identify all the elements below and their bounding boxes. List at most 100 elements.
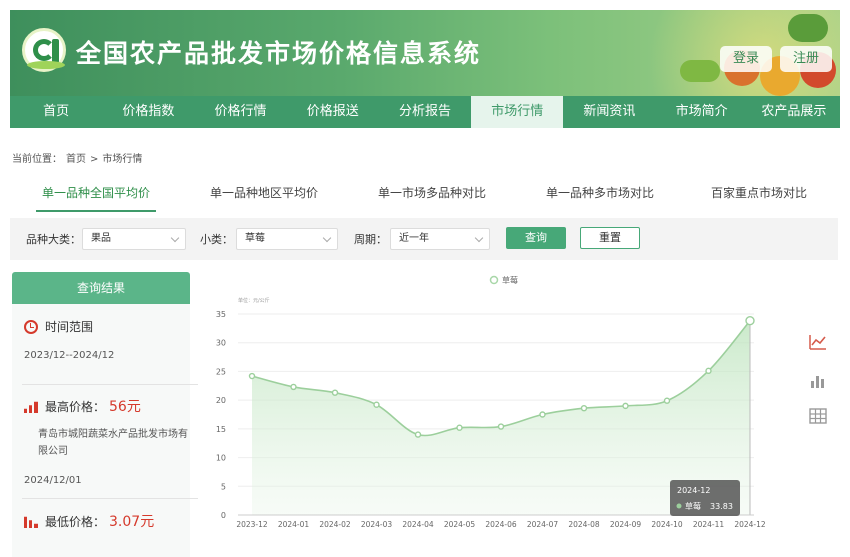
x-tick-label: 2024-01 <box>278 520 310 529</box>
chart-unit-label: 单位：元/公斤 <box>238 297 270 304</box>
line-chart-icon[interactable] <box>808 332 828 352</box>
tab-national-average[interactable]: 单一品种全国平均价 <box>36 180 156 212</box>
data-point[interactable] <box>414 431 422 438</box>
x-tick-label: 2024-08 <box>568 520 600 529</box>
chart-legend[interactable]: 草莓 <box>489 275 519 285</box>
chart-tooltip: 2024-12 草莓 33.83 <box>670 480 740 516</box>
query-button[interactable]: 查询 <box>506 227 566 249</box>
tooltip-series: 草莓 <box>685 501 701 511</box>
min-price-label: 最低价格： <box>45 514 106 529</box>
x-tick-label: 2024-05 <box>444 520 476 529</box>
vegetable-decoration <box>788 14 828 42</box>
breadcrumb-home[interactable]: 首页 <box>66 154 86 165</box>
nav-market-quotes[interactable]: 市场行情 <box>471 96 564 128</box>
register-button[interactable]: 注册 <box>780 46 832 72</box>
data-point[interactable] <box>622 402 629 410</box>
x-tick-label: 2024-02 <box>319 520 351 529</box>
max-price-section: 最高价格： 56元 青岛市城阳蔬菜水产品批发市场有限公司 2024/12/01 <box>24 396 190 489</box>
results-panel-title: 查询结果 <box>12 272 190 304</box>
data-point[interactable] <box>373 401 380 408</box>
nav-price-index[interactable]: 价格指数 <box>102 96 194 128</box>
category-value: 果品 <box>91 233 111 244</box>
time-range-label: 时间范围 <box>45 320 94 334</box>
reset-button[interactable]: 重置 <box>580 227 640 249</box>
price-trend-chart: 草莓 单位：元/公斤 0 5 10 15 20 25 30 35 2023-12 2024-01… <box>216 275 766 529</box>
legend-label: 草莓 <box>502 275 518 285</box>
divider <box>22 384 198 385</box>
nav-analysis[interactable]: 分析报告 <box>379 96 471 128</box>
data-point[interactable] <box>456 424 463 431</box>
x-tick-label: 2023-12 <box>236 520 268 529</box>
nav-price-report[interactable]: 价格报送 <box>287 96 379 128</box>
category-select[interactable]: 果品 <box>82 228 186 250</box>
breadcrumb: 当前位置： 首页 > 市场行情 <box>12 150 146 165</box>
category-label: 品种大类： <box>26 233 81 246</box>
data-point[interactable] <box>497 423 505 430</box>
y-tick-label: 25 <box>216 367 226 376</box>
x-tick-label: 2024-09 <box>610 520 642 529</box>
x-tick-label: 2024-03 <box>361 520 393 529</box>
x-tick-label: 2024-04 <box>402 520 434 529</box>
tab-single-market-multi-variety[interactable]: 单一市场多品种对比 <box>370 180 494 212</box>
subcategory-select[interactable]: 草莓 <box>236 228 338 250</box>
time-range-value: 2023/12--2024/12 <box>24 350 115 361</box>
period-select[interactable]: 近一年 <box>390 228 490 250</box>
filter-bar: 品种大类： 果品 小类： 草莓 周期： 近一年 查询 重置 <box>10 218 838 260</box>
chevron-down-icon <box>170 233 180 243</box>
nav-price-quotes[interactable]: 价格行情 <box>194 96 286 128</box>
period-value: 近一年 <box>399 233 429 244</box>
results-panel: 时间范围 2023/12--2024/12 最高价格： 56元 青岛市城阳蔬菜水产… <box>12 304 198 557</box>
nav-home[interactable]: 首页 <box>10 96 102 128</box>
logo-letter-i <box>52 39 59 63</box>
breadcrumb-prefix: 当前位置： <box>12 154 62 165</box>
x-tick-label: 2024-06 <box>485 520 517 529</box>
site-header: 全国农产品批发市场价格信息系统 <box>10 10 840 96</box>
max-price-label: 最高价格： <box>45 399 106 414</box>
clock-icon <box>24 319 38 334</box>
tab-single-variety-multi-market[interactable]: 单一品种多市场对比 <box>538 180 662 212</box>
data-point[interactable] <box>331 389 339 396</box>
data-point[interactable] <box>663 397 671 404</box>
data-point[interactable] <box>539 411 546 418</box>
x-tick-label: 2024-11 <box>693 520 725 529</box>
tab-key-markets-compare[interactable]: 百家重点市场对比 <box>704 180 814 212</box>
subcategory-value: 草莓 <box>245 233 265 244</box>
main-nav: 首页 价格指数 价格行情 价格报送 分析报告 市场行情 新闻资讯 市场简介 农产… <box>10 96 840 128</box>
data-point[interactable] <box>705 367 712 375</box>
site-title: 全国农产品批发市场价格信息系统 <box>76 39 482 68</box>
divider <box>22 498 198 499</box>
y-tick-label: 15 <box>216 425 226 434</box>
nav-news[interactable]: 新闻资讯 <box>563 96 655 128</box>
site-logo[interactable] <box>22 28 66 72</box>
breadcrumb-current: 市场行情 <box>102 154 143 165</box>
data-point[interactable] <box>248 372 256 380</box>
data-point[interactable] <box>290 383 297 391</box>
chevron-down-icon <box>322 233 332 243</box>
tooltip-value: 33.83 <box>710 502 733 511</box>
sub-tabs: 单一品种全国平均价 单一品种地区平均价 单一市场多品种对比 单一品种多市场对比 … <box>10 180 840 212</box>
y-tick-label: 20 <box>216 396 226 405</box>
tab-regional-average[interactable]: 单一品种地区平均价 <box>202 180 326 212</box>
login-button[interactable]: 登录 <box>720 46 772 72</box>
x-tick-label: 2024-10 <box>651 520 683 529</box>
y-tick-label: 10 <box>216 454 226 463</box>
vegetable-decoration <box>680 60 720 82</box>
x-tick-label: 2024-07 <box>527 520 559 529</box>
nav-products[interactable]: 农产品展示 <box>748 96 840 128</box>
bar-down-icon <box>24 516 38 528</box>
bar-chart-icon[interactable] <box>808 370 828 390</box>
table-icon[interactable] <box>808 406 828 426</box>
data-point[interactable] <box>580 404 588 412</box>
chevron-down-icon <box>474 233 484 243</box>
max-price-market: 青岛市城阳蔬菜水产品批发市场有限公司 <box>38 429 188 457</box>
tooltip-date: 2024-12 <box>677 486 710 495</box>
data-point[interactable] <box>745 316 755 326</box>
y-axis: 0 5 10 15 20 25 30 35 <box>216 310 226 520</box>
logo-swoosh <box>27 61 65 69</box>
bar-up-icon <box>24 401 38 413</box>
nav-market-intro[interactable]: 市场简介 <box>656 96 748 128</box>
y-tick-label: 35 <box>216 310 226 319</box>
min-price-section: 最低价格： 3.07元 <box>24 511 190 531</box>
y-tick-label: 0 <box>221 511 226 520</box>
subcategory-label: 小类： <box>200 233 233 246</box>
